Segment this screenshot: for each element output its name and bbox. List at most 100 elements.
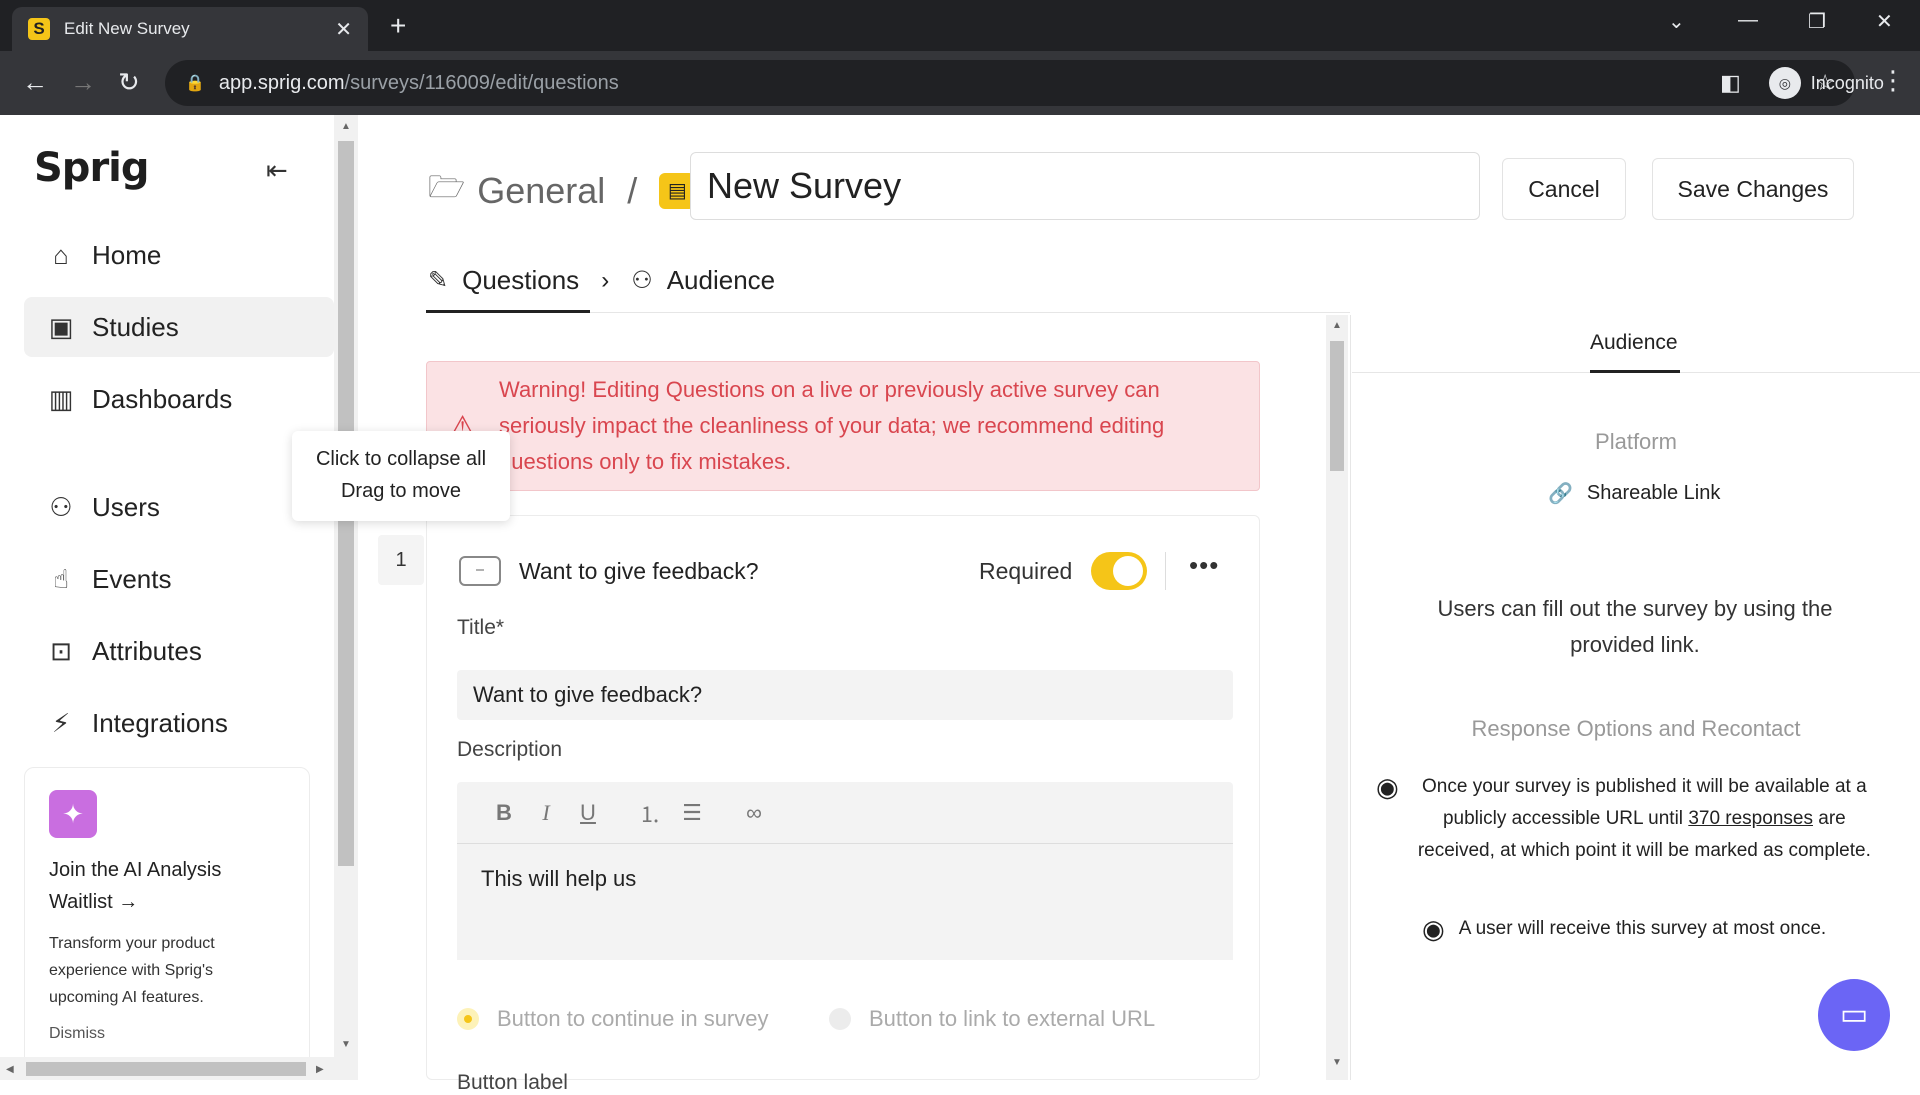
description-label: Description [457, 738, 563, 761]
question-heading[interactable]: Want to give feedback? [519, 558, 759, 585]
lock-icon: 🔒 [185, 75, 205, 92]
panel-divider [1350, 315, 1351, 1080]
ai-waitlist-promo: ✦ Join the AI Analysis Waitlist → Transf… [24, 767, 310, 1080]
profile-button[interactable]: ◧ ◎ Incognito [1720, 64, 1884, 102]
editor-scroll-up-icon[interactable]: ▲ [1332, 320, 1342, 331]
scroll-left-icon[interactable]: ◀ [6, 1064, 14, 1075]
sidebar-hscroll-thumb[interactable] [26, 1062, 306, 1076]
sidepanel-icon[interactable]: ◧ [1720, 70, 1741, 96]
sidebar-item-dashboards[interactable]: ▥ Dashboards [24, 369, 334, 429]
dashboard-icon: ▥ [48, 383, 74, 414]
sidebar-item-label: Dashboards [92, 383, 233, 414]
scroll-right-icon[interactable]: ▶ [316, 1064, 324, 1075]
radio-continue-label: Button to continue in survey [497, 1006, 769, 1031]
description-editor[interactable]: This will help us [457, 844, 1233, 960]
url-host: app.sprig.com [218, 71, 345, 94]
ordered-list-icon[interactable]: ⒈ [629, 797, 671, 829]
button-label-label: Button label [457, 1071, 568, 1094]
sidebar-item-events[interactable]: ☝ Events [24, 549, 334, 609]
close-window-icon[interactable]: ✕ [1876, 9, 1893, 34]
chevron-right-icon: › [601, 266, 610, 294]
app: Sprig ⇤ ⌂ Home ▣ Studies ▥ Dashboards ⚇ … [0, 115, 1920, 1094]
sidebar-item-users[interactable]: ⚇ Users [24, 477, 334, 537]
studies-icon: ▣ [48, 311, 74, 342]
home-icon: ⌂ [53, 239, 69, 270]
user-circle-icon: ◉ [1422, 914, 1445, 944]
tab-search-icon[interactable]: ⌄ [1668, 9, 1685, 34]
platform-description: Users can fill out the survey by using t… [1437, 596, 1833, 657]
radio-selected-icon [457, 1008, 479, 1030]
minimize-icon[interactable]: — [1738, 9, 1758, 32]
edit-warning-banner: ⚠ Warning! Editing Questions on a live o… [426, 361, 1260, 491]
integrations-icon: ⚡ [51, 707, 71, 738]
chat-support-icon[interactable]: ▭ [1818, 979, 1890, 1051]
radio-external[interactable]: Button to link to external URL [829, 1006, 1155, 1032]
editor-scroll-thumb[interactable] [1330, 341, 1344, 471]
link-icon[interactable]: ∞ [733, 800, 775, 826]
folder-icon: 🗁 [428, 171, 466, 204]
recontact-info: ◉ A user will receive this survey at mos… [1422, 913, 1826, 945]
response-limit-info: ◉ Once your survey is published it will … [1376, 771, 1876, 867]
profile-label: Incognito [1810, 72, 1884, 93]
question-number[interactable]: 1 [378, 535, 424, 585]
collapse-sidebar-icon[interactable]: ⇤ [266, 155, 288, 186]
survey-title-input[interactable] [690, 152, 1480, 220]
scroll-down-icon[interactable]: ▼ [341, 1039, 351, 1050]
sidebar-item-label: Home [92, 239, 162, 270]
platform-heading: Platform [1595, 429, 1677, 454]
radio-continue[interactable]: Button to continue in survey [457, 1006, 769, 1032]
back-icon[interactable]: ← [22, 67, 48, 98]
radio-external-label: Button to link to external URL [869, 1006, 1156, 1031]
editor-scroll-down-icon[interactable]: ▼ [1332, 1057, 1342, 1068]
tab-audience[interactable]: Audience [667, 265, 775, 296]
breadcrumb-folder[interactable]: General [477, 170, 605, 212]
breadcrumb: 🗁 General / ▤ [428, 165, 701, 216]
panel-tab-audience[interactable]: Audience [1590, 331, 1678, 355]
scroll-up-icon[interactable]: ▲ [341, 121, 351, 132]
underline-icon[interactable]: U [567, 800, 609, 826]
address-bar[interactable]: 🔒 app.sprig.com /surveys/116009/edit/que… [165, 60, 1855, 106]
bullet-list-icon[interactable]: ☰ [671, 800, 713, 826]
bold-icon[interactable]: B [483, 800, 525, 826]
link-icon: 🔗 [1548, 483, 1573, 505]
responses-link[interactable]: 370 responses [1688, 808, 1813, 829]
browser-tab[interactable]: S Edit New Survey ✕ [12, 7, 368, 51]
sprig-logo[interactable]: Sprig [34, 145, 150, 191]
required-label: Required [979, 558, 1073, 584]
dismiss-link[interactable]: Dismiss [49, 1025, 285, 1043]
promo-title[interactable]: Join the AI Analysis Waitlist → [49, 854, 285, 918]
sidebar-item-attributes[interactable]: ⊡ Attributes [24, 621, 334, 681]
browser-menu-icon[interactable]: ⋮ [1880, 65, 1906, 96]
italic-icon[interactable]: I [525, 800, 567, 826]
attributes-icon: ⊡ [50, 635, 72, 666]
tooltip-line-1: Click to collapse all [315, 448, 487, 470]
tab-questions[interactable]: Questions [462, 265, 579, 296]
response-options-heading: Response Options and Recontact [1471, 716, 1801, 741]
breadcrumb-separator: / [627, 169, 638, 211]
editor-steps: ✎ Questions › ⚇ Audience [428, 265, 775, 296]
sidebar-item-label: Integrations [92, 707, 228, 738]
promo-body: Transform your product experience with S… [49, 935, 215, 1006]
sidebar-item-label: Users [92, 491, 160, 522]
reload-icon[interactable]: ↻ [118, 67, 140, 98]
save-changes-button[interactable]: Save Changes [1652, 158, 1854, 220]
sidebar-item-studies[interactable]: ▣ Studies [24, 297, 334, 357]
edit-icon: ✎ [428, 267, 449, 294]
restore-icon[interactable]: ❐ [1808, 9, 1826, 34]
incognito-icon: ◎ [1768, 67, 1801, 99]
required-toggle[interactable] [1091, 552, 1147, 590]
url-path: /surveys/116009/edit/questions [344, 71, 619, 94]
shareable-link-row: 🔗 Shareable Link [1548, 481, 1720, 506]
user-circle-icon: ◉ [1376, 772, 1399, 802]
forward-icon[interactable]: → [70, 67, 96, 98]
more-options-icon[interactable]: ••• [1189, 550, 1219, 581]
sidebar-item-label: Studies [92, 311, 179, 342]
close-tab-icon[interactable]: ✕ [335, 17, 352, 42]
sidebar-item-integrations[interactable]: ⚡ Integrations [24, 693, 334, 753]
new-tab-icon[interactable]: + [390, 10, 406, 42]
question-title-input[interactable] [457, 670, 1233, 720]
collapse-tooltip: Click to collapse all Drag to move [292, 431, 510, 521]
sidebar-item-home[interactable]: ⌂ Home [24, 225, 334, 285]
browser-tabbar: S Edit New Survey ✕ + ⌄ — ❐ ✕ [0, 0, 1920, 51]
cancel-button[interactable]: Cancel [1502, 158, 1626, 220]
